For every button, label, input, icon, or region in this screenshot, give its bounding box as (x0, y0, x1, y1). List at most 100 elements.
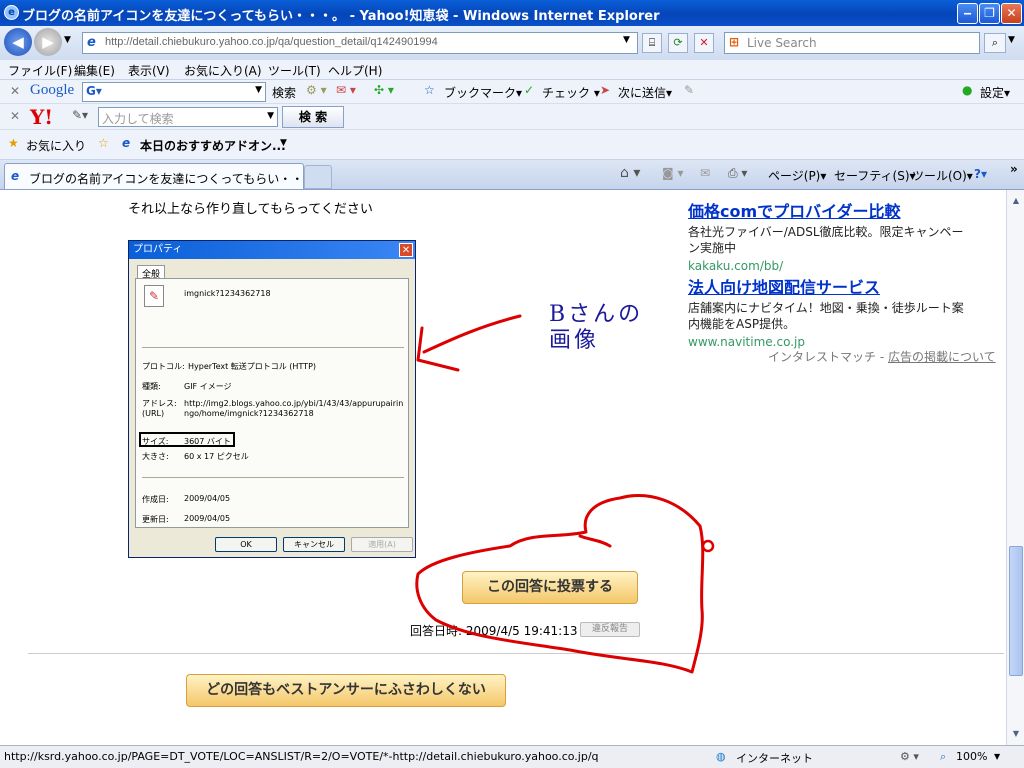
send-to-button[interactable]: 次に送信▾ (618, 84, 672, 101)
status-bar: http://ksrd.yahoo.co.jp/PAGE=DT_VOTE/LOC… (0, 745, 1024, 768)
menu-help[interactable]: ヘルプ(H) (328, 62, 382, 79)
menu-tools[interactable]: ツール(T) (268, 62, 321, 79)
dialog-divider (142, 477, 404, 478)
highlight-pen-icon[interactable]: ✎▾ (72, 108, 88, 122)
yahoo-input-placeholder: 入力して検索 (102, 112, 174, 126)
check-button[interactable]: チェック ▾ (542, 84, 600, 101)
back-button[interactable]: ◀ (4, 28, 32, 56)
minimize-button[interactable]: ‒ (957, 3, 978, 24)
pencil-icon[interactable]: ✎ (684, 83, 694, 97)
sponsored-ad: 法人向け地図配信サービス 店舗案内にナビタイム！地図・乗換・徒歩ルート案内機能を… (688, 274, 972, 349)
ad-url[interactable]: www.navitime.co.jp (688, 335, 972, 349)
interest-match: インタレストマッチ - 広告の掲載について (768, 348, 996, 365)
settings-button[interactable]: 設定▾ (980, 84, 1010, 101)
page-icon: e (87, 35, 96, 50)
window-title: ブログの名前アイコンを友達につくってもらい・・・。 - Yahoo!知恵袋 - … (22, 9, 660, 24)
stop-button[interactable]: ✕ (694, 33, 714, 53)
toolbar-tools-icon[interactable]: ⚙ ▾ (306, 83, 327, 97)
restore-button[interactable]: ❐ (979, 3, 1000, 24)
vertical-scrollbar[interactable]: ▲ ▼ (1006, 190, 1024, 745)
protocol-value: HyperText 転送プロトコル (HTTP) (188, 362, 317, 371)
ad-headline[interactable]: 法人向け地図配信サービス (688, 274, 972, 298)
history-dropdown-icon[interactable]: ▼ (64, 35, 71, 45)
address-url[interactable]: http://detail.chiebukuro.yahoo.co.jp/qa/… (105, 36, 438, 48)
tab-bar: e ブログの名前アイコンを友達につくってもらい・・・。 - Yaho... ⌂ … (0, 160, 1024, 190)
answer-date-value: 2009/4/5 19:41:13 (465, 624, 578, 638)
google-g-icon: G▾ (86, 84, 102, 98)
bookmarks-button[interactable]: ブックマーク▾ (444, 84, 522, 101)
tab-current[interactable]: e ブログの名前アイコンを友達につくってもらい・・・。 - Yaho... (4, 163, 304, 189)
google-input-dropdown-icon[interactable]: ▼ (255, 85, 262, 95)
live-search-field[interactable]: ⊞ Live Search (724, 32, 980, 54)
google-logo: Google (30, 82, 75, 98)
close-yahoo-toolbar-icon[interactable]: ✕ (10, 109, 20, 123)
security-zone[interactable]: インターネット (736, 750, 813, 766)
address-bar[interactable]: e http://detail.chiebukuro.yahoo.co.jp/q… (82, 32, 638, 54)
menu-favorites[interactable]: お気に入り(A) (184, 62, 262, 79)
suggested-addons-link[interactable]: 本日のおすすめアドオン... (140, 137, 286, 154)
read-mail-icon[interactable]: ✉ (700, 166, 710, 180)
scroll-up-arrow[interactable]: ▲ (1009, 194, 1023, 208)
protocol-label: プロトコル: (142, 362, 185, 371)
spellcheck-icon[interactable]: ✓ (524, 83, 534, 97)
yahoo-input-dropdown-icon[interactable]: ▼ (267, 111, 274, 121)
favorites-button[interactable]: お気に入り (26, 137, 86, 154)
menu-view[interactable]: 表示(V) (128, 62, 170, 79)
address-dropdown-icon[interactable]: ▼ (623, 35, 630, 45)
forward-button[interactable]: ▶ (34, 28, 62, 56)
safety-menu[interactable]: セーフティ(S)▾ (834, 167, 916, 184)
menu-file[interactable]: ファイル(F) (8, 62, 72, 79)
close-button[interactable]: ✕ (1001, 3, 1022, 24)
scroll-down-arrow[interactable]: ▼ (1009, 727, 1023, 741)
new-tab-button[interactable] (304, 165, 332, 189)
close-toolbar-icon[interactable]: ✕ (10, 84, 20, 98)
google-search-button[interactable]: 検索 (272, 84, 296, 101)
type-label: 種類: (142, 382, 161, 391)
refresh-button[interactable]: ⟳ (668, 33, 688, 53)
home-icon[interactable]: ⌂ ▾ (620, 165, 640, 181)
help-menu[interactable]: ?▾ (974, 167, 987, 181)
add-favorite-icon[interactable]: ☆ (98, 136, 109, 150)
page-menu[interactable]: ページ(P)▾ (768, 167, 826, 184)
page-content: それ以上なら作り直してもらってください プロパティ ✕ 全般 ✎ imgnick… (0, 190, 1006, 745)
bookmark-star-icon[interactable]: ☆ (424, 83, 435, 97)
modified-value: 2009/04/05 (184, 514, 231, 523)
no-best-answer-button[interactable]: どの回答もベストアンサーにふさわしくない (186, 674, 506, 707)
puzzle-icon[interactable]: ✣ ▾ (374, 83, 394, 97)
zoom-dropdown-icon[interactable]: ▼ (994, 752, 1000, 761)
dialog-panel: ✎ imgnick?1234362718 プロトコル: HyperText 転送… (135, 278, 409, 528)
ad-headline[interactable]: 価格comでプロバイダー比較 (688, 198, 972, 222)
addons-dropdown-icon[interactable]: ▼ (280, 138, 287, 148)
protected-mode-icon[interactable]: ⚙ ▾ (900, 750, 919, 763)
menu-edit[interactable]: 編集(E) (74, 62, 115, 79)
google-search-input[interactable]: G▾ ▼ (82, 82, 266, 102)
dialog-title: プロパティ (129, 241, 415, 259)
send-icon[interactable]: ➤ (600, 83, 610, 97)
mail-icon[interactable]: ✉ ▾ (336, 83, 356, 97)
ad-url[interactable]: kakaku.com/bb/ (688, 259, 972, 273)
status-url: http://ksrd.yahoo.co.jp/PAGE=DT_VOTE/LOC… (4, 750, 599, 763)
scroll-thumb[interactable] (1009, 546, 1023, 676)
feeds-icon[interactable]: ◙ ▾ (662, 166, 683, 180)
yahoo-search-input[interactable]: 入力して検索 ▼ (98, 107, 278, 127)
dialog-ok-button: OK (215, 537, 277, 552)
report-violation-button[interactable]: 違反報告 (580, 622, 640, 637)
title-bar: e ブログの名前アイコンを友達につくってもらい・・・。 - Yahoo!知恵袋 … (0, 0, 1024, 26)
dims-value: 60 x 17 ピクセル (184, 452, 249, 461)
tools-menu[interactable]: ツール(O)▾ (912, 167, 973, 184)
toolbar-overflow-chevron[interactable]: » (1010, 162, 1018, 176)
search-button[interactable]: ⌕ (984, 33, 1006, 53)
zoom-level[interactable]: 100% (956, 750, 987, 763)
print-icon[interactable]: ⎙ ▾ (728, 166, 747, 181)
vote-button[interactable]: この回答に投票する (462, 571, 638, 604)
yahoo-search-button[interactable]: 検 索 (282, 106, 344, 128)
windows-logo-icon: ⊞ (729, 35, 740, 49)
ad-info-link[interactable]: 広告の掲載について (888, 350, 996, 364)
address-value: http://img2.blogs.yahoo.co.jp/ybi/1/43/4… (184, 399, 404, 418)
search-options-icon[interactable]: ▼ (1008, 35, 1015, 45)
handwritten-annotation: Bさんの 画像 (549, 302, 643, 354)
favorites-star-icon: ★ (8, 136, 19, 150)
red-arrow-head (416, 326, 460, 372)
answer-datetime: 回答日時: 2009/4/5 19:41:13 (410, 622, 577, 639)
compat-icon[interactable]: ⌸ (642, 33, 662, 53)
